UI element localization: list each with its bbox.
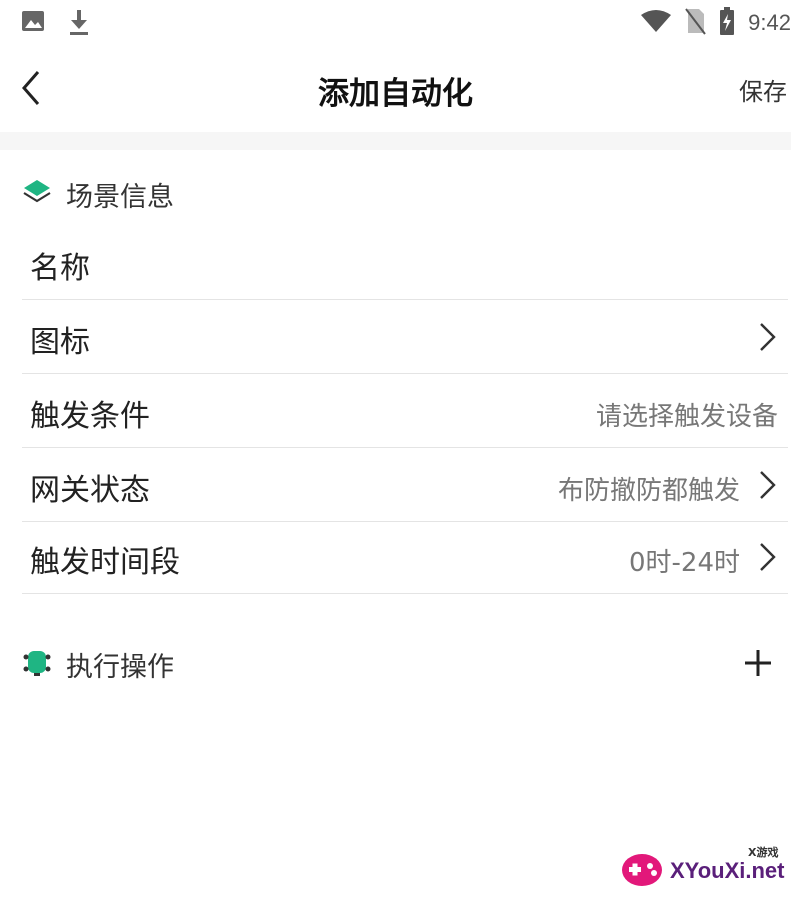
scene-info-header: 场景信息: [22, 174, 174, 214]
trigger-condition-value: 请选择触发设备: [595, 402, 778, 432]
section-divider: [0, 132, 791, 150]
trigger-condition-label: 触发条件: [30, 399, 150, 434]
robot-icon: [22, 647, 52, 681]
icon-row[interactable]: 图标: [22, 300, 788, 374]
name-row[interactable]: 名称: [22, 226, 788, 300]
no-sim-icon: [684, 7, 706, 39]
actions-header: 执行操作: [22, 644, 174, 684]
battery-charging-icon: [718, 6, 736, 40]
gateway-state-label: 网关状态: [30, 473, 150, 508]
trigger-period-label: 触发时间段: [30, 545, 180, 580]
chevron-right-icon: [756, 540, 778, 574]
app-bar: 添加自动化 保存: [0, 44, 791, 132]
status-bar: 9:42: [0, 0, 791, 44]
chevron-right-icon: [756, 320, 778, 354]
gateway-state-value: 布防撤防都触发: [557, 476, 740, 506]
save-button[interactable]: 保存: [739, 72, 787, 107]
trigger-period-row[interactable]: 触发时间段 0时-24时: [22, 520, 788, 594]
watermark: X游戏 XYouXi.net: [620, 838, 790, 898]
watermark-brand: XYouXi.net: [670, 858, 785, 883]
gamepad-logo-icon: [620, 848, 670, 896]
download-icon: [66, 8, 92, 40]
trigger-period-value: 0时-24时: [628, 548, 740, 578]
scene-info-title: 场景信息: [66, 181, 174, 213]
name-label: 名称: [30, 251, 90, 286]
trigger-condition-row[interactable]: 触发条件 请选择触发设备: [22, 374, 788, 448]
actions-title: 执行操作: [66, 651, 174, 683]
page-title: 添加自动化: [318, 76, 473, 112]
wifi-icon: [640, 9, 672, 37]
plus-icon[interactable]: [743, 648, 773, 678]
chevron-right-icon: [756, 468, 778, 502]
layers-icon: [22, 178, 52, 210]
gateway-state-row[interactable]: 网关状态 布防撤防都触发: [22, 448, 788, 522]
icon-label: 图标: [30, 325, 90, 360]
status-time: 9:42: [748, 10, 791, 35]
image-icon: [20, 8, 46, 40]
